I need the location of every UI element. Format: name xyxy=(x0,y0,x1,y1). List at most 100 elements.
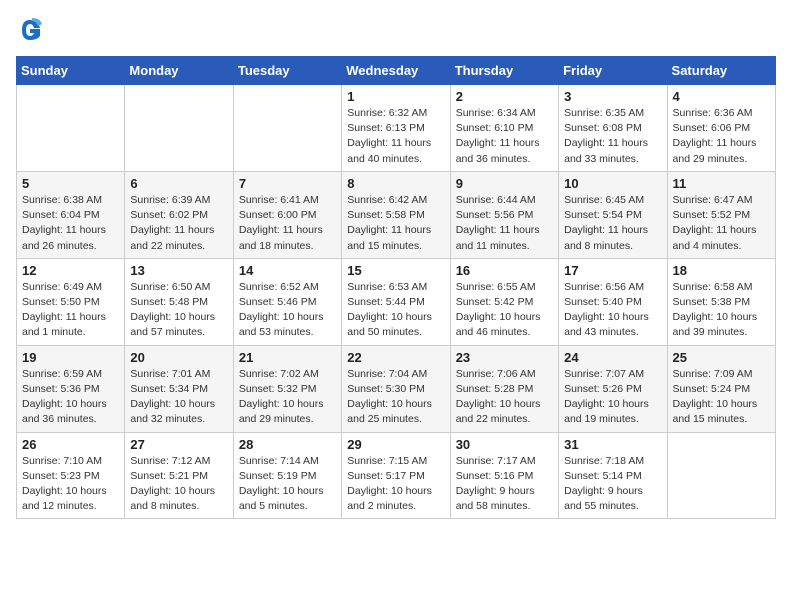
calendar-cell: 19 Sunrise: 6:59 AM Sunset: 5:36 PM Dayli… xyxy=(17,345,125,432)
day-info: Sunrise: 6:52 AM Sunset: 5:46 PM Dayligh… xyxy=(239,280,336,341)
day-info: Sunrise: 7:10 AM Sunset: 5:23 PM Dayligh… xyxy=(22,454,119,515)
day-info: Sunrise: 6:38 AM Sunset: 6:04 PM Dayligh… xyxy=(22,193,119,254)
calendar-cell xyxy=(667,432,775,519)
day-info: Sunrise: 6:35 AM Sunset: 6:08 PM Dayligh… xyxy=(564,106,661,167)
day-info: Sunrise: 7:01 AM Sunset: 5:34 PM Dayligh… xyxy=(130,367,227,428)
logo-icon xyxy=(16,16,44,44)
day-info: Sunrise: 6:50 AM Sunset: 5:48 PM Dayligh… xyxy=(130,280,227,341)
day-number: 15 xyxy=(347,263,444,278)
day-info: Sunrise: 6:58 AM Sunset: 5:38 PM Dayligh… xyxy=(673,280,770,341)
day-info: Sunrise: 7:15 AM Sunset: 5:17 PM Dayligh… xyxy=(347,454,444,515)
calendar-cell xyxy=(125,85,233,172)
day-info: Sunrise: 6:49 AM Sunset: 5:50 PM Dayligh… xyxy=(22,280,119,341)
page-header xyxy=(16,16,776,44)
day-info: Sunrise: 6:36 AM Sunset: 6:06 PM Dayligh… xyxy=(673,106,770,167)
calendar-week-row: 12 Sunrise: 6:49 AM Sunset: 5:50 PM Dayli… xyxy=(17,258,776,345)
day-info: Sunrise: 6:34 AM Sunset: 6:10 PM Dayligh… xyxy=(456,106,553,167)
weekday-header-cell: Thursday xyxy=(450,57,558,85)
calendar-cell: 4 Sunrise: 6:36 AM Sunset: 6:06 PM Daylig… xyxy=(667,85,775,172)
day-number: 28 xyxy=(239,437,336,452)
day-info: Sunrise: 6:53 AM Sunset: 5:44 PM Dayligh… xyxy=(347,280,444,341)
calendar-cell: 18 Sunrise: 6:58 AM Sunset: 5:38 PM Dayli… xyxy=(667,258,775,345)
calendar-cell xyxy=(233,85,341,172)
day-number: 2 xyxy=(456,89,553,104)
calendar-week-row: 1Sunrise: 6:32 AM Sunset: 6:13 PM Daylig… xyxy=(17,85,776,172)
day-info: Sunrise: 6:32 AM Sunset: 6:13 PM Dayligh… xyxy=(347,106,444,167)
day-number: 8 xyxy=(347,176,444,191)
calendar-body: 1Sunrise: 6:32 AM Sunset: 6:13 PM Daylig… xyxy=(17,85,776,519)
calendar-cell: 24Sunrise: 7:07 AM Sunset: 5:26 PM Dayli… xyxy=(559,345,667,432)
day-number: 18 xyxy=(673,263,770,278)
calendar-cell: 3 Sunrise: 6:35 AM Sunset: 6:08 PM Daylig… xyxy=(559,85,667,172)
calendar-cell: 13 Sunrise: 6:50 AM Sunset: 5:48 PM Dayli… xyxy=(125,258,233,345)
day-number: 19 xyxy=(22,350,119,365)
day-number: 9 xyxy=(456,176,553,191)
day-info: Sunrise: 6:45 AM Sunset: 5:54 PM Dayligh… xyxy=(564,193,661,254)
day-number: 12 xyxy=(22,263,119,278)
calendar-table: SundayMondayTuesdayWednesdayThursdayFrid… xyxy=(16,56,776,519)
day-info: Sunrise: 7:18 AM Sunset: 5:14 PM Dayligh… xyxy=(564,454,661,515)
calendar-cell: 31 Sunrise: 7:18 AM Sunset: 5:14 PM Dayli… xyxy=(559,432,667,519)
calendar-cell: 26 Sunrise: 7:10 AM Sunset: 5:23 PM Dayli… xyxy=(17,432,125,519)
calendar-cell: 15 Sunrise: 6:53 AM Sunset: 5:44 PM Dayli… xyxy=(342,258,450,345)
day-info: Sunrise: 6:47 AM Sunset: 5:52 PM Dayligh… xyxy=(673,193,770,254)
day-info: Sunrise: 6:44 AM Sunset: 5:56 PM Dayligh… xyxy=(456,193,553,254)
weekday-header-cell: Monday xyxy=(125,57,233,85)
weekday-header-cell: Saturday xyxy=(667,57,775,85)
calendar-cell: 8 Sunrise: 6:42 AM Sunset: 5:58 PM Daylig… xyxy=(342,171,450,258)
weekday-header-cell: Friday xyxy=(559,57,667,85)
day-info: Sunrise: 6:59 AM Sunset: 5:36 PM Dayligh… xyxy=(22,367,119,428)
day-number: 10 xyxy=(564,176,661,191)
day-number: 3 xyxy=(564,89,661,104)
calendar-cell: 16 Sunrise: 6:55 AM Sunset: 5:42 PM Dayli… xyxy=(450,258,558,345)
calendar-cell: 30 Sunrise: 7:17 AM Sunset: 5:16 PM Dayli… xyxy=(450,432,558,519)
day-number: 26 xyxy=(22,437,119,452)
day-number: 14 xyxy=(239,263,336,278)
day-number: 31 xyxy=(564,437,661,452)
day-info: Sunrise: 6:42 AM Sunset: 5:58 PM Dayligh… xyxy=(347,193,444,254)
day-number: 27 xyxy=(130,437,227,452)
calendar-cell: 21Sunrise: 7:02 AM Sunset: 5:32 PM Dayli… xyxy=(233,345,341,432)
calendar-cell: 22Sunrise: 7:04 AM Sunset: 5:30 PM Dayli… xyxy=(342,345,450,432)
calendar-cell xyxy=(17,85,125,172)
day-info: Sunrise: 7:14 AM Sunset: 5:19 PM Dayligh… xyxy=(239,454,336,515)
day-number: 20 xyxy=(130,350,227,365)
day-number: 17 xyxy=(564,263,661,278)
logo xyxy=(16,16,48,44)
calendar-cell: 20 Sunrise: 7:01 AM Sunset: 5:34 PM Dayli… xyxy=(125,345,233,432)
day-number: 21 xyxy=(239,350,336,365)
day-number: 29 xyxy=(347,437,444,452)
weekday-header-cell: Wednesday xyxy=(342,57,450,85)
day-number: 16 xyxy=(456,263,553,278)
calendar-cell: 10 Sunrise: 6:45 AM Sunset: 5:54 PM Dayli… xyxy=(559,171,667,258)
day-info: Sunrise: 6:56 AM Sunset: 5:40 PM Dayligh… xyxy=(564,280,661,341)
day-info: Sunrise: 7:12 AM Sunset: 5:21 PM Dayligh… xyxy=(130,454,227,515)
day-number: 22 xyxy=(347,350,444,365)
day-info: Sunrise: 7:17 AM Sunset: 5:16 PM Dayligh… xyxy=(456,454,553,515)
weekday-header-row: SundayMondayTuesdayWednesdayThursdayFrid… xyxy=(17,57,776,85)
day-number: 13 xyxy=(130,263,227,278)
calendar-cell: 25Sunrise: 7:09 AM Sunset: 5:24 PM Dayli… xyxy=(667,345,775,432)
day-number: 6 xyxy=(130,176,227,191)
day-number: 11 xyxy=(673,176,770,191)
day-info: Sunrise: 6:41 AM Sunset: 6:00 PM Dayligh… xyxy=(239,193,336,254)
day-number: 4 xyxy=(673,89,770,104)
calendar-cell: 17 Sunrise: 6:56 AM Sunset: 5:40 PM Dayli… xyxy=(559,258,667,345)
calendar-cell: 5 Sunrise: 6:38 AM Sunset: 6:04 PM Daylig… xyxy=(17,171,125,258)
calendar-cell: 28 Sunrise: 7:14 AM Sunset: 5:19 PM Dayli… xyxy=(233,432,341,519)
calendar-cell: 9 Sunrise: 6:44 AM Sunset: 5:56 PM Daylig… xyxy=(450,171,558,258)
weekday-header-cell: Tuesday xyxy=(233,57,341,85)
calendar-week-row: 5 Sunrise: 6:38 AM Sunset: 6:04 PM Daylig… xyxy=(17,171,776,258)
calendar-cell: 14 Sunrise: 6:52 AM Sunset: 5:46 PM Dayli… xyxy=(233,258,341,345)
day-info: Sunrise: 7:09 AM Sunset: 5:24 PM Dayligh… xyxy=(673,367,770,428)
day-info: Sunrise: 6:39 AM Sunset: 6:02 PM Dayligh… xyxy=(130,193,227,254)
day-number: 5 xyxy=(22,176,119,191)
calendar-cell: 27 Sunrise: 7:12 AM Sunset: 5:21 PM Dayli… xyxy=(125,432,233,519)
weekday-header-cell: Sunday xyxy=(17,57,125,85)
day-number: 23 xyxy=(456,350,553,365)
calendar-week-row: 26 Sunrise: 7:10 AM Sunset: 5:23 PM Dayli… xyxy=(17,432,776,519)
day-number: 30 xyxy=(456,437,553,452)
day-number: 24 xyxy=(564,350,661,365)
calendar-cell: 12 Sunrise: 6:49 AM Sunset: 5:50 PM Dayli… xyxy=(17,258,125,345)
day-info: Sunrise: 6:55 AM Sunset: 5:42 PM Dayligh… xyxy=(456,280,553,341)
